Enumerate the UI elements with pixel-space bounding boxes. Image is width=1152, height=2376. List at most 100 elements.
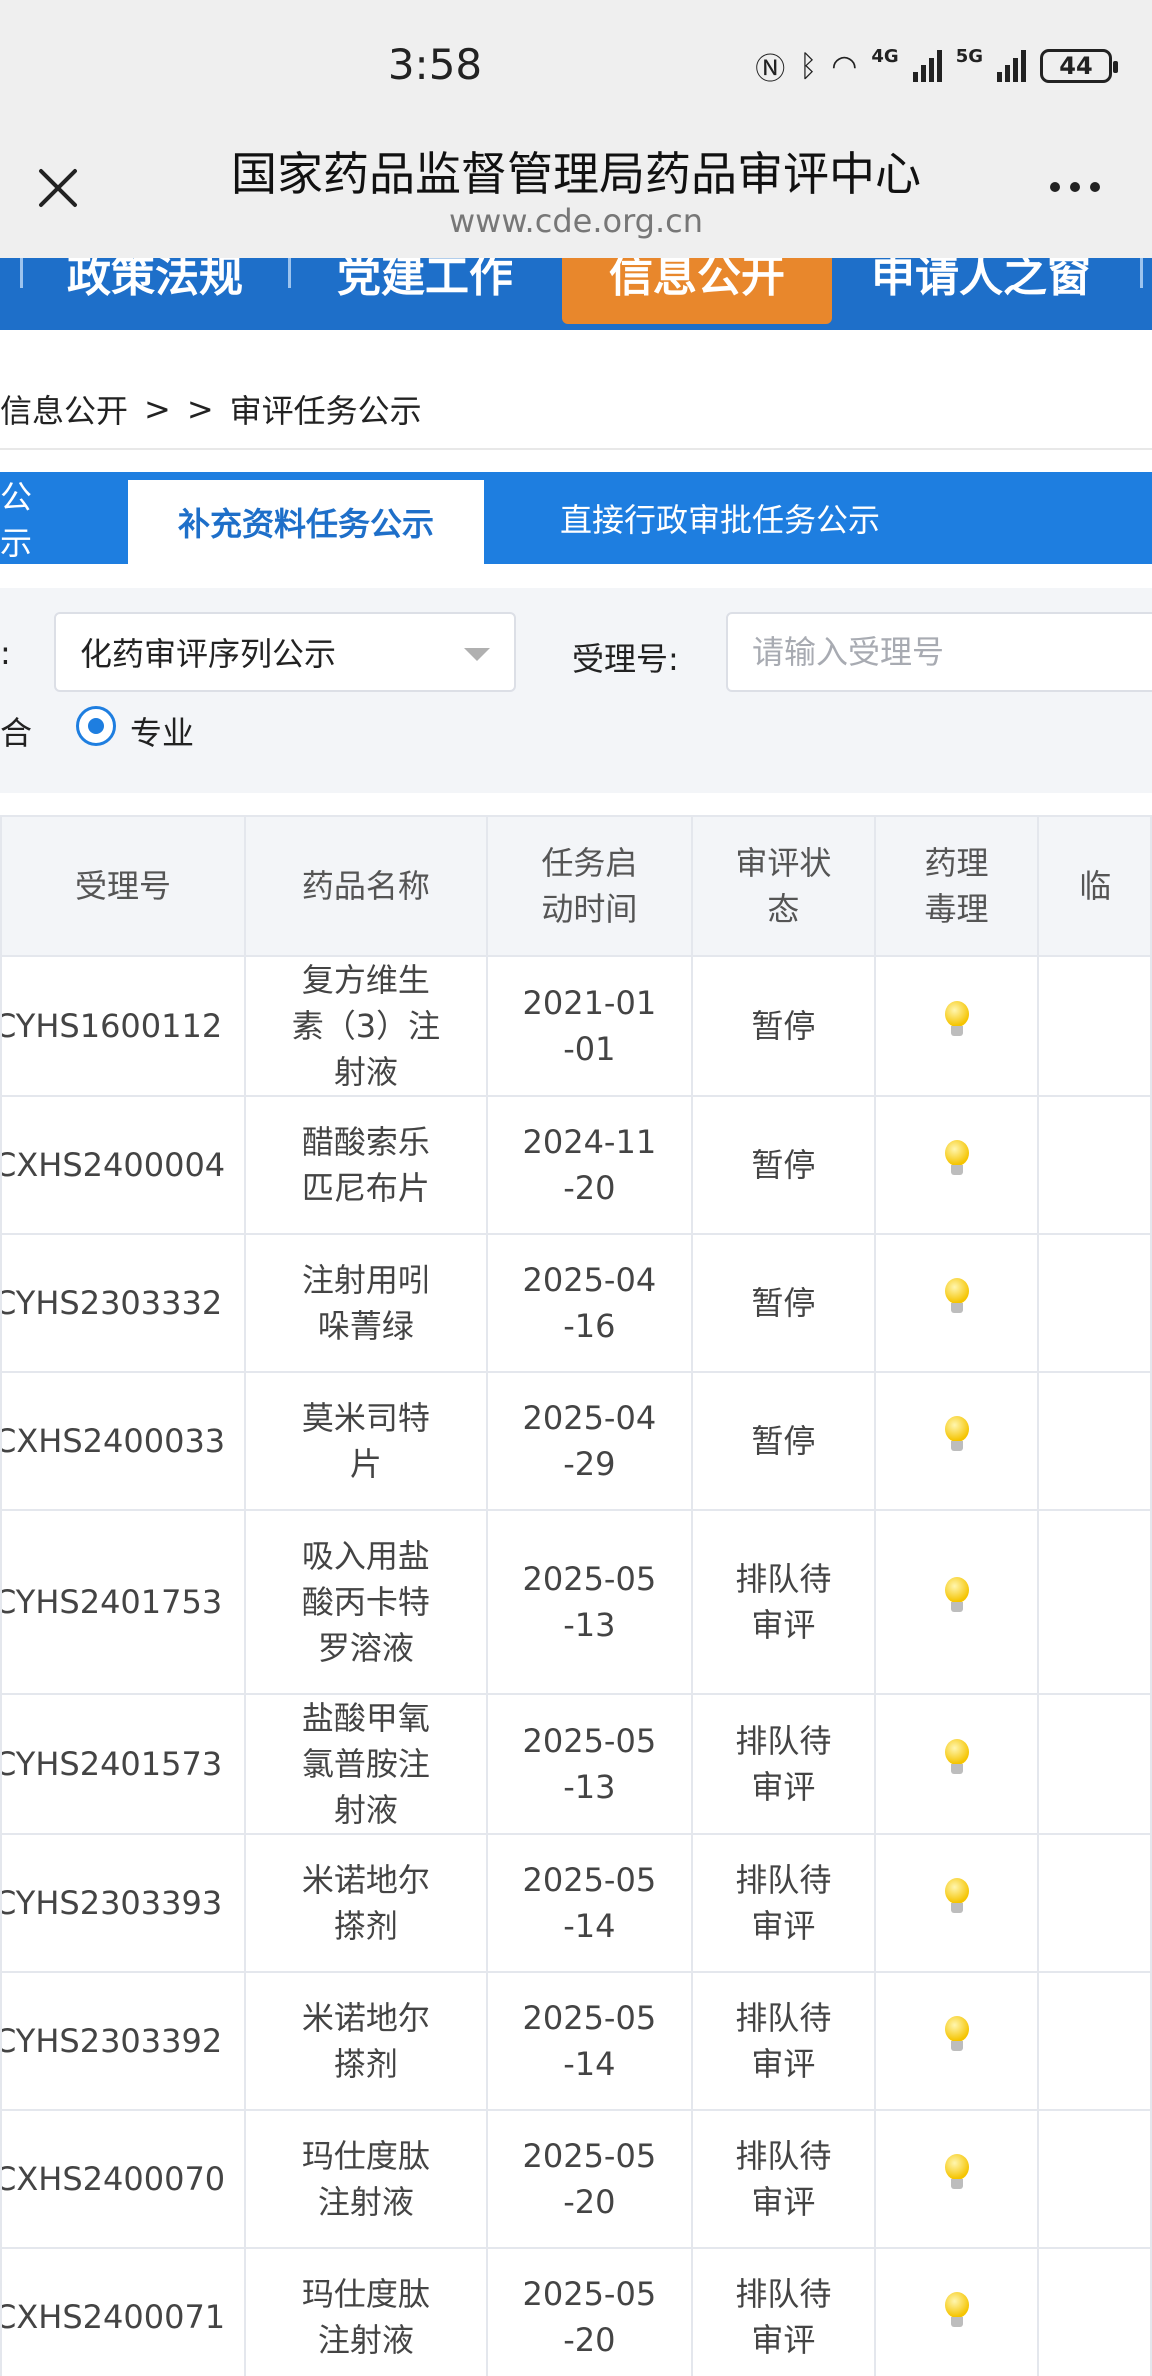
breadcrumb-item-review-tasks[interactable]: 审评任务公示 [230,386,422,432]
cell-start-time: 2021-01-01 [485,955,693,1097]
cell-drug-name: 米诺地尔搽剂 [243,1833,488,1973]
tab-supplement-tasks[interactable]: 补充资料任务公示 [128,480,484,564]
cell-review-status: 排队待审评 [690,1693,876,1835]
cell-pharmacology [873,1095,1040,1235]
nav-separator [20,258,23,288]
cell-clinical [1037,1509,1152,1695]
table-row[interactable]: CYHS2401753 吸入用盐酸丙卡特罗溶液 2025-05-13 排队待审评 [0,1509,1152,1695]
more-options-icon[interactable] [1050,182,1100,192]
lightbulb-icon[interactable] [943,1140,971,1178]
acceptance-number: CXHS2400071 [1,2298,226,2336]
lightbulb-icon[interactable] [943,1577,971,1615]
cell-drug-name: 盐酸甲氧氯普胺注射液 [243,1693,488,1835]
lightbulb-icon[interactable] [943,2016,971,2054]
header-drug-name: 药品名称 [243,815,488,957]
browser-title-bar: 国家药品监督管理局药品审评中心 www.cde.org.cn [0,130,1152,258]
page-title: 国家药品监督管理局药品审评中心 [231,147,921,201]
nav-item-policy[interactable]: 政策法规 [24,258,286,324]
table-row[interactable]: CYHS1600112 复方维生素（3）注射液 2021-01-01 暂停 [0,955,1152,1097]
acceptance-number: CYHS2401573 [1,1745,223,1783]
nav-item-info-public[interactable]: 信息公开 [562,258,832,324]
cell-review-status: 暂停 [690,1233,876,1373]
cell-pharmacology [873,2109,1040,2249]
lightbulb-icon[interactable] [943,1001,971,1039]
lightbulb-icon[interactable] [943,1878,971,1916]
cell-start-time: 2025-05-20 [485,2109,693,2249]
cell-review-status: 排队待审评 [690,2247,876,2376]
signal-5g-icon [997,50,1026,82]
cell-start-time: 2025-04-16 [485,1233,693,1373]
cell-pharmacology [873,1833,1040,1973]
table-header-row: 受理号 药品名称 任务启动时间 审评状态 药理毒理 临 [0,815,1152,957]
cell-start-time: 2025-05-13 [485,1509,693,1695]
battery-icon: 44 [1040,49,1118,83]
table-row[interactable]: CYHS2303392 米诺地尔搽剂 2025-05-14 排队待审评 [0,1971,1152,2111]
header-clinical: 临 [1037,815,1152,957]
cell-clinical [1037,1371,1152,1511]
cell-acceptance-number: CXHS2400033 [0,1371,246,1511]
cell-drug-name: 玛仕度肽注射液 [243,2109,488,2249]
bluetooth-icon: ᛒ [799,48,818,84]
sequence-label: : [0,634,11,672]
network-5g-label: 5G [955,45,983,67]
cell-acceptance-number: CYHS2401753 [0,1509,246,1695]
filter-panel: : 化药审评序列公示 受理号: 合 专业 [0,588,1152,793]
cell-pharmacology [873,1509,1040,1695]
nav-separator [288,258,291,288]
cell-drug-name: 复方维生素（3）注射液 [243,955,488,1097]
combo-label: 合 [0,714,33,752]
cell-clinical [1037,1971,1152,2111]
table-row[interactable]: CYHS2303332 注射用吲哚菁绿 2025-04-16 暂停 [0,1233,1152,1373]
nav-item-party[interactable]: 党建工作 [292,258,558,324]
header-acceptance-number: 受理号 [0,815,246,957]
cell-clinical [1037,2247,1152,2376]
cell-drug-name: 玛仕度肽注射液 [243,2247,488,2376]
acceptance-number: CXHS2400004 [1,1146,226,1184]
tab-direct-approval-tasks[interactable]: 直接行政审批任务公示 [520,472,920,564]
header-review-status: 审评状态 [690,815,876,957]
tab-announcement[interactable]: 公示 [0,472,60,564]
acceptance-number: CYHS2303393 [1,1884,223,1922]
lightbulb-icon[interactable] [943,2154,971,2192]
cell-acceptance-number: CYHS2303393 [0,1833,246,1973]
task-table: 受理号 药品名称 任务启动时间 审评状态 药理毒理 临 CYHS1600112 复… [0,815,1152,2376]
table-row[interactable]: CXHS2400070 玛仕度肽注射液 2025-05-20 排队待审评 [0,2109,1152,2249]
cell-pharmacology [873,1693,1040,1835]
cell-acceptance-number: CXHS2400004 [0,1095,246,1235]
table-row[interactable]: CXHS2400071 玛仕度肽注射液 2025-05-20 排队待审评 [0,2247,1152,2376]
lightbulb-icon[interactable] [943,1416,971,1454]
nav-item-applicant[interactable]: 申请人之窗 [836,258,1126,324]
cell-pharmacology [873,955,1040,1097]
header-pharmacology: 药理毒理 [873,815,1040,957]
table-row[interactable]: CYHS2303393 米诺地尔搽剂 2025-05-14 排队待审评 [0,1833,1152,1973]
cell-pharmacology [873,1233,1040,1373]
acceptance-number-input[interactable] [726,612,1152,692]
status-time: 3:58 [387,40,483,89]
breadcrumb-separator: > [186,390,214,428]
specialty-radio[interactable] [76,706,116,746]
cell-clinical [1037,1833,1152,1973]
breadcrumb-item-info-public[interactable]: 信息公开 [0,386,128,432]
cell-review-status: 暂停 [690,955,876,1097]
cell-drug-name: 醋酸索乐匹尼布片 [243,1095,488,1235]
cell-clinical [1037,955,1152,1097]
table-row[interactable]: CYHS2401573 盐酸甲氧氯普胺注射液 2025-05-13 排队待审评 [0,1693,1152,1835]
cell-drug-name: 米诺地尔搽剂 [243,1971,488,2111]
table-row[interactable]: CXHS2400004 醋酸索乐匹尼布片 2024-11-20 暂停 [0,1095,1152,1235]
cell-drug-name: 莫米司特片 [243,1371,488,1511]
cell-review-status: 排队待审评 [690,1509,876,1695]
cell-review-status: 排队待审评 [690,2109,876,2249]
task-table-container[interactable]: 受理号 药品名称 任务启动时间 审评状态 药理毒理 临 CYHS1600112 复… [0,815,1152,2376]
lightbulb-icon[interactable] [943,1739,971,1777]
specialty-radio-label: 专业 [130,714,195,752]
cell-review-status: 排队待审评 [690,1971,876,2111]
lightbulb-icon[interactable] [943,2292,971,2330]
sequence-select[interactable]: 化药审评序列公示 [54,612,516,692]
lightbulb-icon[interactable] [943,1278,971,1316]
acceptance-number: CXHS2400033 [1,1422,226,1460]
cell-clinical [1037,1693,1152,1835]
top-nav: 政策法规 党建工作 信息公开 申请人之窗 [0,258,1152,330]
cell-clinical [1037,1095,1152,1235]
table-row[interactable]: CXHS2400033 莫米司特片 2025-04-29 暂停 [0,1371,1152,1511]
acceptance-number: CYHS2303392 [1,2022,223,2060]
